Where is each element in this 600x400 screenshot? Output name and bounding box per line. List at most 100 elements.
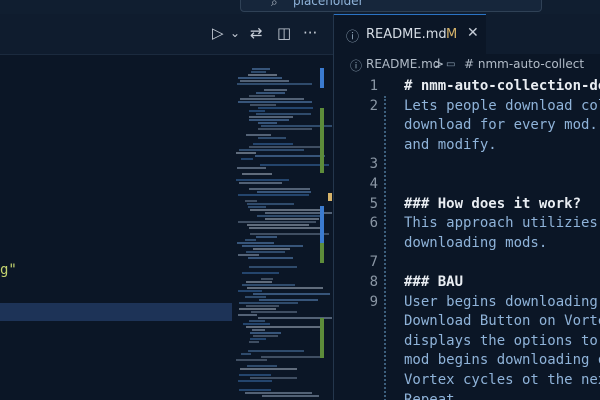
breadcrumb-file[interactable]: README.md [366,57,440,71]
minimap-line [248,206,266,208]
line-number: 9 [369,293,378,310]
more-actions-icon[interactable]: ··· [303,25,317,41]
minimap-line [245,200,257,202]
minimap-line [245,392,312,394]
line-number: 7 [369,254,378,271]
code-line[interactable]: 9 User begins downloading [334,294,600,314]
code-line[interactable]: mod begins downloading o [334,352,600,372]
minimap-line [238,314,257,316]
markdown-editor[interactable]: 1 # nmm-auto-collection-do 2 Lets people do… [334,78,600,400]
code-line[interactable]: 3 [334,156,600,176]
minimap-line [253,143,293,145]
minimap-line [249,119,289,121]
minimap-line [238,194,309,196]
current-line-highlight [0,303,232,321]
line-text: User begins downloading [404,293,598,310]
minimap-line [251,311,297,313]
line-number: 2 [369,97,378,114]
compare-changes-icon[interactable]: ⇄ [250,25,263,41]
minimap-line [249,110,265,112]
chevron-down-icon[interactable]: ⌄ [230,25,240,41]
line-number: 4 [369,176,378,192]
minimap-line [257,215,322,217]
minimap-line [259,299,318,301]
minimap-line [249,95,275,97]
minimap-line [242,272,279,274]
line-text: displays the options to [404,332,598,349]
minimap-line [250,338,266,340]
line-text: ### BAU [404,274,464,290]
minimap-line [250,233,329,235]
minimap-line [246,305,279,307]
title-bar: ⌕ placeholder [0,0,600,14]
code-line[interactable]: downloading mods. [334,235,600,255]
code-line[interactable]: 5 ### How does it work? [334,196,600,216]
minimap-line [258,137,286,139]
code-line[interactable]: 1 # nmm-auto-collection-do [334,78,600,98]
breadcrumb-symbol[interactable]: # nmm-auto-collect [464,57,584,71]
minimap-line [256,236,277,238]
minimap-line [245,296,266,298]
minimap-change-marker [320,206,324,246]
line-number: 8 [369,274,378,290]
minimap-line [246,251,285,253]
tab-readme[interactable]: ⓘ README.md M ✕ [334,14,486,55]
split-editor-icon[interactable]: ◫ [277,25,291,41]
info-icon: ⓘ [350,59,363,73]
code-line[interactable]: 6 This approach utilizies [334,215,600,235]
minimap-line [246,281,272,283]
minimap-line [248,74,277,76]
right-tab-bar: ⓘ README.md M ✕ [334,14,600,55]
code-line[interactable]: Vortex cycles ot the nex [334,372,600,392]
minimap-line [265,218,319,220]
minimap-line [238,380,272,382]
code-line[interactable]: and modify. [334,137,600,157]
line-number: 6 [369,215,378,232]
code-line[interactable]: 8 ### BAU [334,274,600,294]
line-number: 5 [369,195,378,212]
code-line[interactable]: 7 [334,254,600,274]
minimap-line [239,389,271,391]
minimap-line [253,293,330,295]
minimap-line [242,284,295,286]
symbol-icon: ▭ [446,59,456,70]
minimap-line [250,209,323,211]
minimap-line [252,68,270,70]
minimap-line [250,377,297,379]
code-line[interactable]: displays the options to [334,333,600,353]
minimap-line [237,242,274,244]
minimap-change-marker [320,243,324,263]
minimap[interactable] [232,68,332,400]
minimap-change-marker [320,318,324,358]
code-line[interactable]: Download Button on Vorte [334,313,600,333]
command-center-search[interactable]: ⌕ placeholder [240,0,542,12]
close-icon[interactable]: ✕ [467,25,479,41]
minimap-line [251,71,266,73]
minimap-line [260,164,329,166]
minimap-change-marker [320,68,324,88]
command-center-placeholder: placeholder [293,0,364,8]
line-text: Repeat. [404,391,464,400]
minimap-line [249,320,265,322]
right-editor-group: ⓘ README.md M ✕ ⓘ README.md > ▭ # nmm-au… [333,14,600,400]
minimap-line [236,152,256,154]
minimap-line [252,329,265,331]
run-icon[interactable]: ▷ [212,25,224,41]
modified-badge: M [446,27,458,42]
minimap-change-marker [320,108,324,138]
code-line[interactable]: 2 Lets people download col [334,98,600,118]
minimap-line [238,221,316,223]
line-text: Lets people download col [404,97,600,114]
minimap-line [253,248,290,250]
line-text: Download Button on Vorte [404,313,600,330]
minimap-line [248,350,304,352]
code-line[interactable]: download for every mod. [334,117,600,137]
code-line[interactable]: Repeat. [334,392,600,400]
minimap-line [238,290,262,292]
line-text: download for every mod. [404,117,598,134]
minimap-line [242,245,303,247]
minimap-line [261,356,323,358]
minimap-line [236,359,267,361]
minimap-line [257,191,311,193]
code-line[interactable]: 4 [334,176,600,196]
